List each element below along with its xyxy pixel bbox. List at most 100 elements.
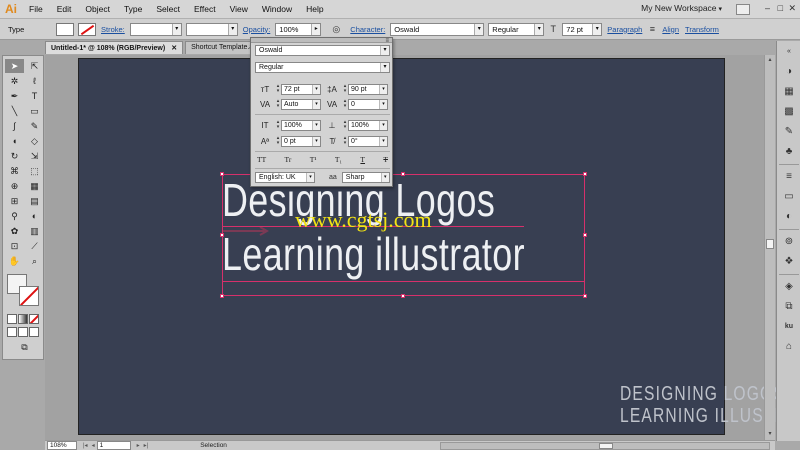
language-select[interactable]: English: UK ▾ (255, 172, 315, 183)
artboards-panel-icon[interactable]: ⧉ (779, 298, 799, 316)
hand-tool-icon[interactable]: ✋ (5, 254, 24, 268)
character-label[interactable]: Character: (347, 25, 388, 34)
font-family-field[interactable]: Oswald ▾ (390, 22, 485, 36)
status-text[interactable]: Selection (200, 442, 227, 449)
symbol-sprayer-tool-icon[interactable]: ✿ (5, 224, 24, 238)
panel-horizontal-scale-field[interactable]: 100% ▾ (348, 119, 388, 131)
selection-bounding-box[interactable] (222, 174, 585, 296)
panel-font-family-field[interactable]: Oswald ▾ (255, 45, 390, 56)
transparency-panel-icon[interactable]: ◐ (779, 208, 799, 226)
layers-panel-icon[interactable]: ◈ (779, 278, 799, 296)
links-panel-icon[interactable]: ⌂ (779, 338, 799, 356)
selection-handle[interactable] (583, 172, 587, 176)
antialias-select[interactable]: Sharp ▾ (341, 172, 390, 183)
selection-handle[interactable] (220, 294, 224, 298)
eyedropper-tool-icon[interactable]: ⚲ (5, 209, 24, 223)
panel-leading-field[interactable]: 90 pt ▾ (348, 83, 388, 95)
menu-window[interactable]: Window (255, 4, 299, 14)
next-artboard-icon[interactable]: ▸ (137, 442, 140, 449)
small-caps-button[interactable]: Tr (285, 155, 292, 164)
align-icon[interactable]: ≡ (645, 23, 659, 36)
vertical-scrollbar[interactable]: ▴ ▾ (764, 55, 775, 440)
appearance-panel-icon[interactable]: ⊚ (779, 233, 799, 251)
close-icon[interactable]: ✕ (788, 3, 796, 14)
paragraph-label[interactable]: Paragraph (604, 25, 645, 34)
minimize-icon[interactable]: – (765, 3, 770, 13)
artboard-number-field[interactable]: 1 (96, 441, 131, 450)
magic-wand-tool-icon[interactable]: ✲ (5, 74, 24, 88)
selection-handle[interactable] (401, 294, 405, 298)
superscript-button[interactable]: T¹ (310, 155, 317, 164)
tab-shortcut-template[interactable]: Shortcut Template.a (185, 41, 260, 54)
pen-tool-icon[interactable]: ✒ (5, 89, 24, 103)
horizontal-scroll-thumb[interactable] (599, 443, 613, 449)
close-icon[interactable]: ✕ (171, 45, 177, 52)
stroke-swatch[interactable] (78, 22, 96, 36)
plugin-panel-icon[interactable]: ku (779, 318, 799, 336)
first-artboard-icon[interactable]: |◂ (83, 442, 88, 449)
collapse-panels-icon[interactable]: « (779, 43, 799, 61)
subscript-button[interactable]: T₁ (335, 155, 342, 164)
stroke-label[interactable]: Stroke: (98, 25, 128, 34)
panel-tracking-field[interactable]: 0 ▾ (348, 98, 388, 110)
line-tool-icon[interactable]: ╲ (5, 104, 24, 118)
workspace-switcher[interactable]: My New Workspace (641, 3, 722, 13)
scroll-up-icon[interactable]: ▴ (765, 55, 775, 65)
menu-effect[interactable]: Effect (187, 4, 223, 14)
brush-definition-field[interactable]: ▾ (185, 22, 238, 36)
pencil-tool-icon[interactable]: ✎ (25, 119, 44, 133)
color-guide-icon[interactable]: ▦ (779, 83, 799, 101)
selection-tool-icon[interactable]: ➤ (5, 59, 24, 73)
tab-untitled[interactable]: Untitled-1* @ 108% (RGB/Preview) ✕ (45, 41, 184, 54)
opacity-field[interactable]: 100% ▸ (275, 22, 322, 36)
scroll-down-icon[interactable]: ▾ (765, 429, 775, 439)
stroke-panel-icon[interactable]: ≡ (779, 168, 799, 186)
free-transform-tool-icon[interactable]: ⬚ (25, 164, 44, 178)
zoom-tool-icon[interactable]: ⌕ (25, 254, 44, 268)
panel-rotation-field[interactable]: 0° ▾ (348, 135, 388, 147)
all-caps-button[interactable]: TT (257, 155, 266, 164)
screen-mode-icon[interactable]: ⧉ (15, 340, 34, 354)
strikethrough-button[interactable]: T (383, 155, 388, 164)
paintbrush-tool-icon[interactable]: ∫ (5, 119, 24, 133)
underline-button[interactable]: T (360, 155, 365, 164)
gradient-mode-button[interactable] (18, 314, 28, 324)
font-size-field[interactable]: 72 pt ▾ (562, 22, 603, 36)
symbols-panel-icon[interactable]: ♣ (779, 143, 799, 161)
selection-handle[interactable] (583, 294, 587, 298)
graphic-styles-icon[interactable]: ❖ (779, 253, 799, 271)
selection-handle[interactable] (401, 172, 405, 176)
lasso-tool-icon[interactable]: ℓ (25, 74, 44, 88)
scale-tool-icon[interactable]: ⇲ (25, 149, 44, 163)
horizontal-scrollbar[interactable] (440, 442, 770, 450)
stroke-weight-field[interactable]: ▾ (129, 22, 182, 36)
perspective-grid-tool-icon[interactable]: ▦ (25, 179, 44, 193)
color-mode-button[interactable] (7, 314, 17, 324)
stroke-color-box[interactable] (19, 286, 39, 306)
draw-behind-icon[interactable] (18, 327, 28, 337)
blob-brush-tool-icon[interactable]: ◖ (5, 134, 24, 148)
vertical-scroll-thumb[interactable] (766, 239, 774, 249)
mesh-tool-icon[interactable]: ⊞ (5, 194, 24, 208)
fill-swatch[interactable] (56, 22, 74, 36)
type-tool-icon[interactable]: T (25, 89, 44, 103)
panel-font-style-field[interactable]: Regular ▾ (255, 62, 390, 73)
width-tool-icon[interactable]: ⌘ (5, 164, 24, 178)
menu-select[interactable]: Select (149, 4, 187, 14)
artboard-tool-icon[interactable]: ⊡ (5, 239, 24, 253)
panel-font-size-field[interactable]: 72 pt ▾ (281, 83, 321, 95)
eraser-tool-icon[interactable]: ◇ (25, 134, 44, 148)
font-style-field[interactable]: Regular ▾ (488, 22, 545, 36)
menu-file[interactable]: File (22, 4, 50, 14)
rotate-tool-icon[interactable]: ↻ (5, 149, 24, 163)
selection-handle[interactable] (220, 233, 224, 237)
color-panel-icon[interactable]: ◑ (779, 63, 799, 81)
slice-tool-icon[interactable]: ⟋ (25, 239, 44, 253)
panel-kerning-field[interactable]: Auto ▾ (281, 98, 321, 110)
menu-edit[interactable]: Edit (50, 4, 79, 14)
shape-builder-tool-icon[interactable]: ⊕ (5, 179, 24, 193)
recolor-icon[interactable]: ◎ (329, 23, 343, 36)
last-artboard-icon[interactable]: ▸| (144, 442, 149, 449)
align-label[interactable]: Align (659, 25, 682, 34)
panel-vertical-scale-field[interactable]: 100% ▾ (281, 119, 321, 131)
